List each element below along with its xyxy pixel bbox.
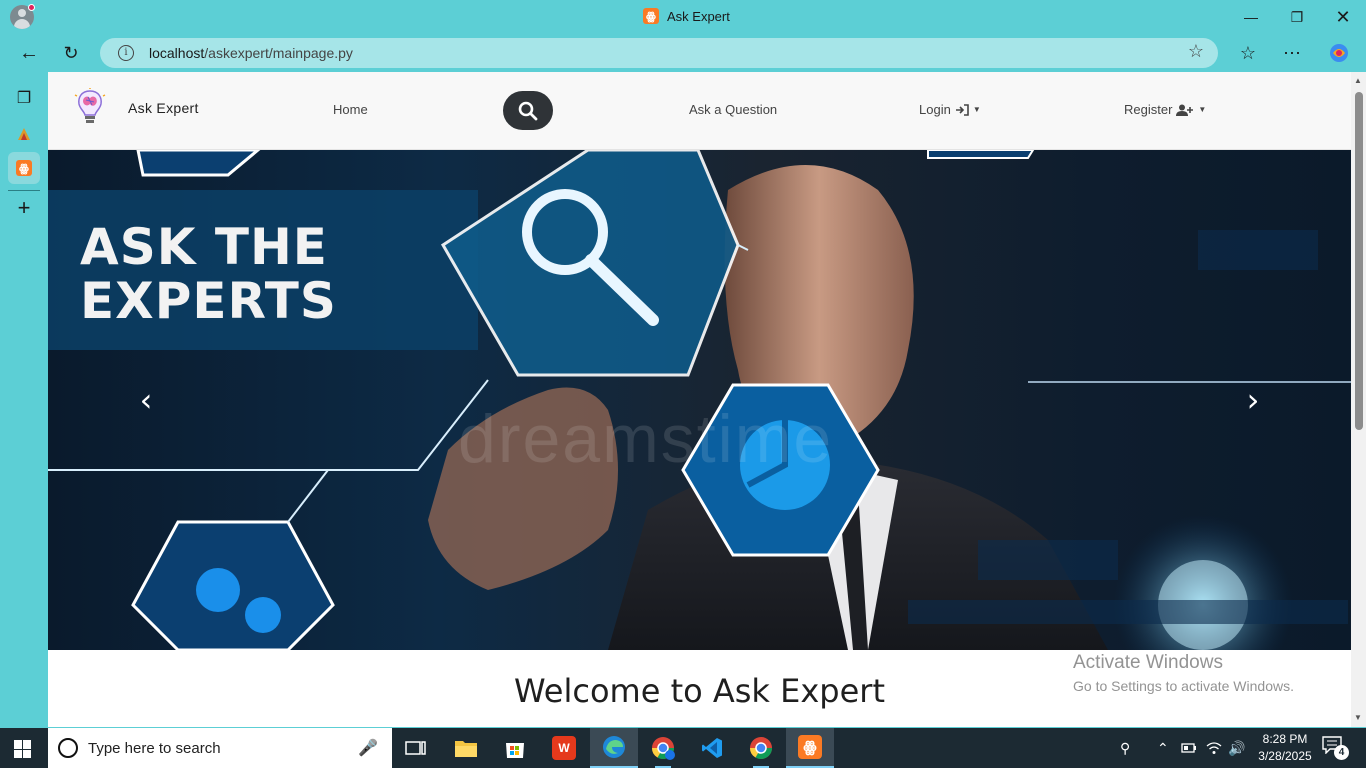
site-brand[interactable]: Ask Expert (128, 100, 199, 116)
nav-home[interactable]: Home (333, 102, 368, 117)
minimize-button[interactable]: — (1228, 0, 1274, 34)
vertical-tabs-sidebar: ❐ ꙮ + (0, 72, 48, 727)
taskbar-search-box[interactable]: Type here to search 🎤 (48, 728, 392, 768)
nav-login-dropdown[interactable]: Login ▼ (919, 102, 981, 117)
tab-title: Ask Expert (667, 8, 730, 24)
windows-taskbar: Type here to search 🎤 W ꙮ ⚲ ⌃ 🔊 8:28 PM … (0, 728, 1366, 768)
close-button[interactable]: ✕ (1320, 0, 1366, 34)
nav-login-label: Login (919, 102, 951, 117)
nav-register-label: Register (1124, 102, 1173, 117)
scrollbar-thumb[interactable] (1355, 92, 1363, 430)
tray-chevron-up-icon[interactable]: ⌃ (1157, 728, 1169, 768)
profile-notification-dot (28, 4, 35, 11)
people-icon[interactable]: ⚲ (1120, 728, 1130, 768)
xampp-icon: ꙮ (16, 160, 32, 176)
address-bar[interactable]: i localhost/askexpert/mainpage.py ☆ (100, 38, 1218, 68)
microsoft-store-icon[interactable] (491, 728, 539, 768)
system-clock[interactable]: 8:28 PM 3/28/2025 (1250, 731, 1320, 765)
activate-windows-overlay: Activate Windows Go to Settings to activ… (1073, 652, 1294, 694)
tab-actions-icon[interactable]: ❐ (8, 82, 40, 114)
file-explorer-icon[interactable] (442, 728, 490, 768)
xampp-taskbar-icon[interactable]: ꙮ (786, 728, 834, 768)
search-circle-icon (58, 738, 78, 758)
volume-icon[interactable]: 🔊 (1228, 728, 1245, 768)
browser-titlebar: ꙮ Ask Expert — ❐ ✕ (0, 0, 1366, 34)
url-text[interactable]: localhost/askexpert/mainpage.py (149, 45, 353, 61)
hero-title: ASK THE EXPERTS (80, 218, 337, 330)
chevron-right-icon: › (1246, 381, 1260, 419)
image-watermark: dreamstime (458, 401, 834, 477)
nav-ask-question[interactable]: Ask a Question (689, 102, 777, 117)
reload-button[interactable]: ↻ (56, 38, 86, 68)
notification-count-badge: 4 (1334, 745, 1349, 760)
windows-start-icon[interactable] (14, 740, 32, 758)
clock-date: 3/28/2025 (1258, 749, 1312, 763)
task-view-icon[interactable] (392, 728, 440, 768)
hero-carousel: ASK THE EXPERTS dreamstime ‹ › (48, 150, 1351, 650)
search-icon (518, 101, 538, 120)
chevron-down-icon: ▼ (1198, 105, 1207, 114)
sidebar-divider (8, 190, 40, 191)
vtab-site-icon[interactable] (8, 118, 40, 150)
carousel-prev-button[interactable]: ‹ (126, 380, 166, 420)
wps-office-icon[interactable]: W (540, 728, 588, 768)
vscode-icon[interactable] (688, 728, 736, 768)
user-plus-icon (1176, 104, 1194, 116)
chrome-icon[interactable] (737, 728, 785, 768)
restore-button[interactable]: ❐ (1274, 0, 1320, 34)
scroll-up-icon[interactable]: ▲ (1354, 76, 1362, 85)
wifi-icon[interactable] (1206, 728, 1222, 768)
chevron-down-icon: ▼ (972, 105, 981, 114)
favorite-star-icon[interactable]: ☆ (1188, 41, 1204, 62)
notification-center-icon[interactable]: 4 (1322, 736, 1349, 760)
more-menu-icon[interactable]: ⋯ (1277, 38, 1307, 68)
nav-register-dropdown[interactable]: Register ▼ (1124, 102, 1206, 117)
carousel-next-button[interactable]: › (1233, 380, 1273, 420)
back-button[interactable]: ← (14, 38, 44, 68)
chevron-left-icon: ‹ (139, 381, 153, 419)
clock-time: 8:28 PM (1262, 732, 1308, 746)
browser-toolbar: ← ↻ i localhost/askexpert/mainpage.py ☆ … (0, 34, 1366, 72)
browser-tab[interactable]: ꙮ Ask Expert (643, 8, 730, 24)
brain-bulb-logo-icon[interactable] (74, 88, 106, 128)
search-button[interactable] (503, 91, 553, 130)
new-tab-plus-icon[interactable]: + (8, 192, 40, 224)
scroll-down-icon[interactable]: ▼ (1354, 713, 1362, 722)
page-scrollbar[interactable]: ▲ ▼ (1351, 72, 1366, 727)
favorites-icon[interactable]: ☆ (1233, 38, 1263, 68)
microphone-icon[interactable]: 🎤 (358, 738, 378, 758)
xampp-favicon-icon: ꙮ (643, 8, 659, 24)
edge-browser-icon[interactable] (590, 728, 638, 768)
chrome-profile-icon[interactable] (639, 728, 687, 768)
copilot-icon[interactable] (1324, 38, 1354, 68)
vtab-xampp-active[interactable]: ꙮ (8, 152, 40, 184)
site-navbar: Ask Expert Home Ask a Question Login ▼ R… (48, 72, 1351, 150)
site-info-icon[interactable]: i (118, 45, 134, 61)
sign-in-icon (955, 103, 969, 116)
battery-icon[interactable] (1181, 728, 1197, 768)
taskbar-search-placeholder: Type here to search (88, 740, 221, 757)
page-viewport: Ask Expert Home Ask a Question Login ▼ R… (48, 72, 1366, 727)
